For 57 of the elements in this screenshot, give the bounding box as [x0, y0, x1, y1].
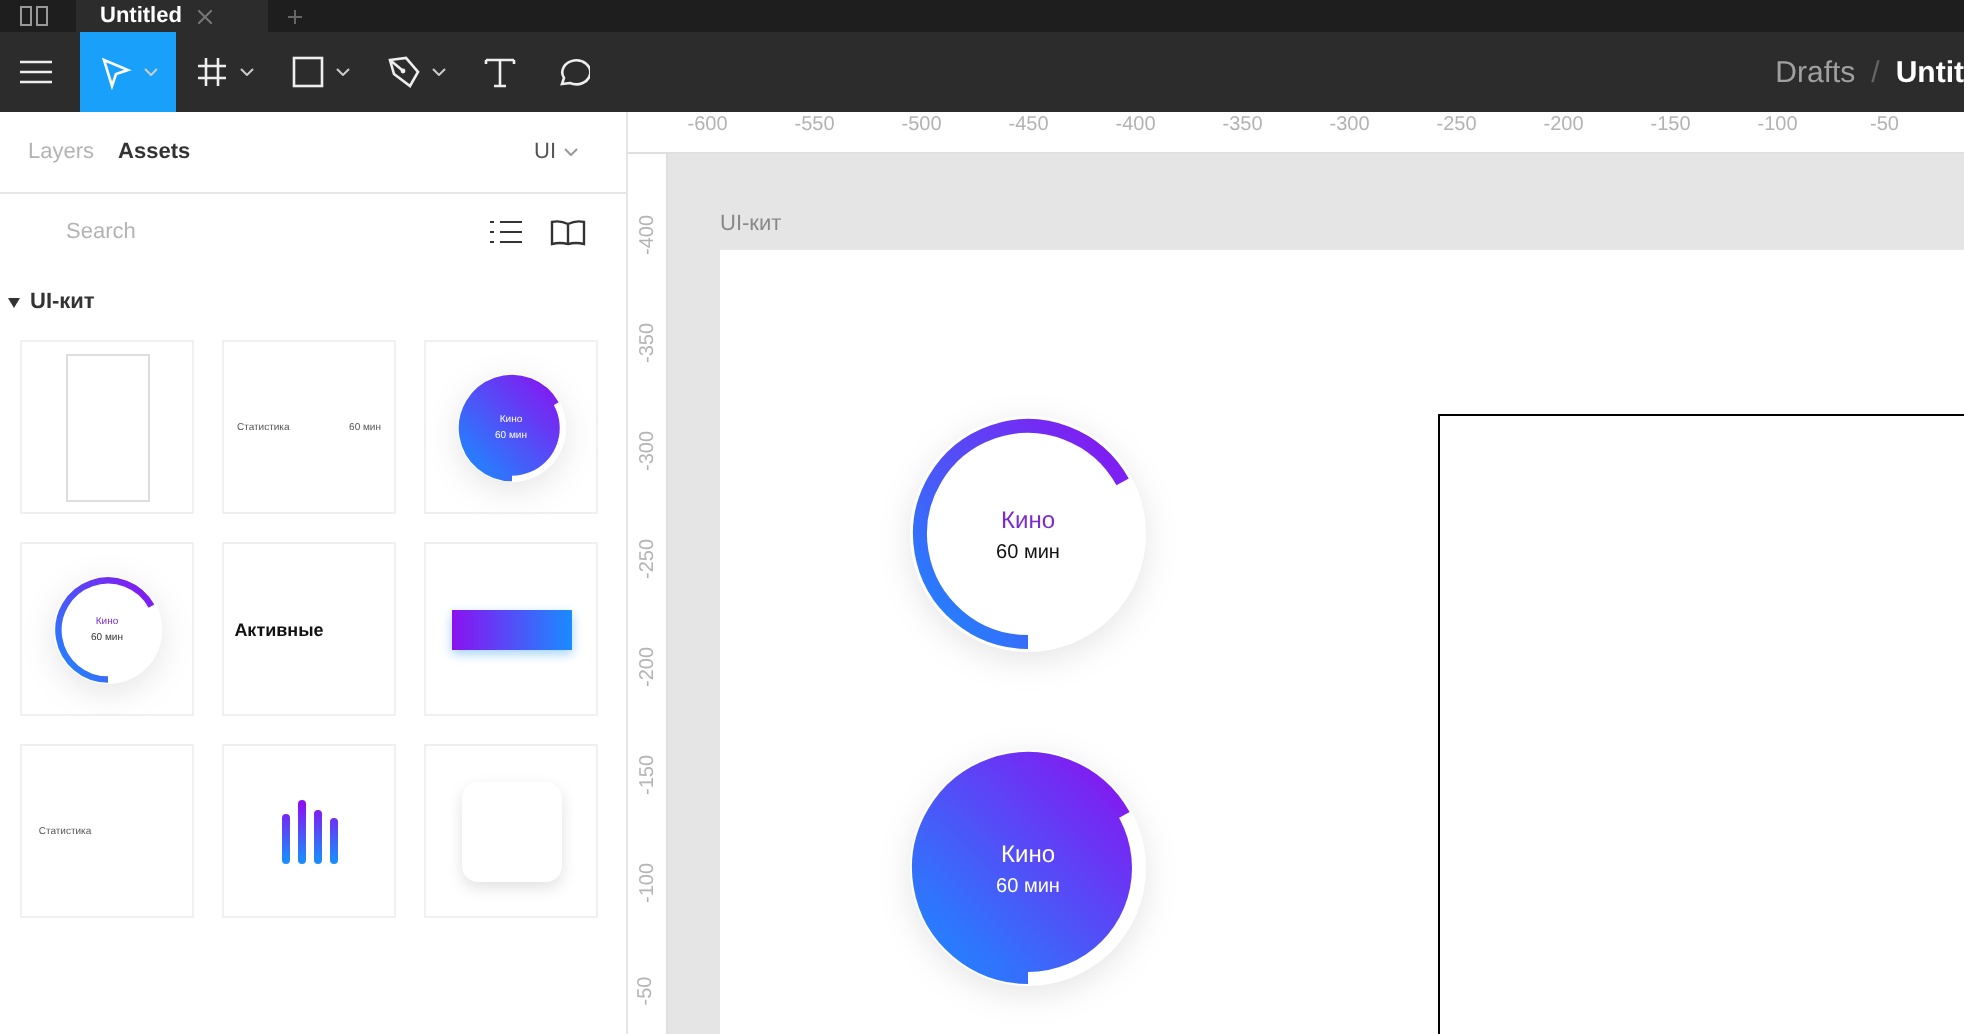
widget-title: Кино: [1001, 839, 1055, 867]
gradient-bar: [451, 609, 571, 649]
caret-icon: [564, 148, 578, 156]
close-icon[interactable]: [197, 9, 212, 23]
caret-icon: [432, 68, 446, 76]
caret-icon: [336, 68, 350, 76]
asset-tile[interactable]: Активные: [222, 542, 396, 716]
widget-value: 60 мин: [996, 541, 1060, 563]
expand-triangle-icon[interactable]: [8, 297, 20, 307]
widget-value: 60 мин: [996, 875, 1060, 897]
ruler-label: -100: [1755, 112, 1800, 140]
ruler-label: -350: [1220, 112, 1265, 140]
speech-bubble-icon: [554, 54, 590, 90]
ruler-label: -550: [792, 112, 837, 140]
text-icon: [482, 54, 518, 90]
ruler-label: -300: [636, 430, 658, 470]
ruler-label: -350: [636, 322, 658, 362]
ruler-label: -250: [1434, 112, 1479, 140]
caret-icon: [240, 68, 254, 76]
ruler-label: -600: [685, 112, 730, 140]
panel-tab[interactable]: Assets: [118, 140, 191, 164]
widget-title: Кино: [1001, 505, 1055, 533]
ruler-label: -450: [1006, 112, 1051, 140]
cursor-icon: [98, 54, 134, 90]
ruler-label: -300: [1327, 112, 1372, 140]
menu-icon[interactable]: [20, 60, 52, 84]
caret-icon: [144, 68, 158, 76]
library-dropdown[interactable]: UI: [522, 138, 590, 166]
ruler-label: -50: [1868, 112, 1901, 140]
list-view-icon[interactable]: [490, 220, 522, 244]
ruler-label: -200: [636, 646, 658, 686]
asset-tile[interactable]: [222, 744, 396, 918]
search-field[interactable]: Search: [66, 220, 366, 244]
ruler-label: -400: [636, 214, 658, 254]
file-name[interactable]: Untit: [1895, 55, 1964, 89]
plus-icon[interactable]: [288, 9, 302, 23]
ruler-label: -50: [636, 975, 658, 1005]
asset-text: Активные: [234, 619, 324, 639]
ruler-label: -400: [1113, 112, 1158, 140]
breadcrumb-folder[interactable]: Drafts: [1775, 55, 1856, 89]
pen-icon: [386, 54, 422, 90]
ruler-label: -500: [899, 112, 944, 140]
section-title[interactable]: UI-кит: [30, 290, 95, 314]
hash-icon: [194, 54, 230, 90]
ruler-label: -150: [636, 754, 658, 794]
ruler-label: -250: [636, 538, 658, 578]
square-icon: [290, 54, 326, 90]
file-tab[interactable]: Untitled: [76, 0, 268, 32]
ruler-label: -100: [636, 862, 658, 902]
ruler-label: -200: [1541, 112, 1586, 140]
asset-tile[interactable]: [424, 542, 598, 716]
breadcrumb-separator: /: [1871, 55, 1880, 89]
grid-icon[interactable]: [20, 6, 48, 26]
bar-chart-icon: [277, 797, 341, 865]
ruler-label: -150: [1648, 112, 1693, 140]
asset-tile[interactable]: [20, 340, 194, 514]
book-icon[interactable]: [550, 219, 586, 245]
